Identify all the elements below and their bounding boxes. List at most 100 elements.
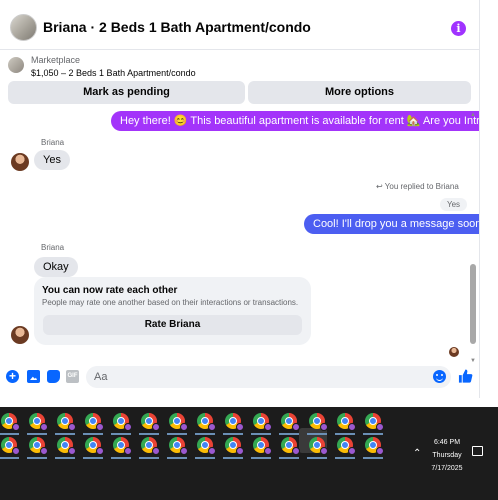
profile-badge-icon	[96, 447, 104, 455]
browser-app-icon[interactable]	[169, 413, 188, 431]
system-clock[interactable]: 6:46 PM Thursday 7/17/2025	[424, 436, 470, 475]
taskbar-running-indicator	[223, 433, 243, 435]
profile-badge-icon	[320, 423, 328, 431]
listing-avatar[interactable]	[10, 14, 37, 41]
taskbar-running-indicator	[83, 433, 103, 435]
profile-badge-icon	[348, 447, 356, 455]
taskbar-running-indicator	[223, 457, 243, 459]
browser-app-icon[interactable]	[309, 413, 328, 431]
contact-avatar[interactable]	[11, 153, 29, 171]
clock-time: 6:46 PM	[433, 439, 461, 446]
taskbar-running-indicator	[0, 457, 19, 459]
message-input[interactable]	[86, 366, 451, 388]
outgoing-message[interactable]: Cool! I'll drop you a message soon.	[304, 214, 479, 234]
browser-app-icon[interactable]	[281, 437, 300, 455]
browser-app-icon[interactable]	[57, 413, 76, 431]
taskbar-running-indicator	[27, 433, 47, 435]
taskbar-running-indicator	[195, 433, 215, 435]
profile-badge-icon	[96, 423, 104, 431]
taskbar-running-indicator	[139, 433, 159, 435]
thumbs-up-icon[interactable]	[458, 368, 473, 384]
profile-badge-icon	[376, 447, 384, 455]
photo-icon[interactable]	[27, 370, 40, 383]
listing-price[interactable]: $1,050 – 2 Beds 1 Bath Apartment/condo	[31, 68, 196, 78]
browser-app-icon[interactable]	[253, 437, 272, 455]
browser-app-icon[interactable]	[1, 437, 20, 455]
mark-pending-button[interactable]: Mark as pending	[8, 81, 245, 104]
info-icon[interactable]: i	[451, 21, 466, 36]
browser-app-icon[interactable]	[141, 413, 160, 431]
taskbar-running-indicator	[139, 457, 159, 459]
browser-app-icon[interactable]	[253, 413, 272, 431]
taskbar-running-indicator	[251, 433, 271, 435]
browser-app-icon[interactable]	[85, 413, 104, 431]
clock-date: 7/17/2025	[431, 465, 463, 472]
reply-arrow-icon: ↩	[376, 182, 383, 191]
rate-card-subtitle: People may rate one another based on the…	[42, 298, 299, 307]
profile-badge-icon	[376, 423, 384, 431]
outgoing-message[interactable]: Hey there! 😊 This beautiful apartment is…	[111, 111, 479, 131]
taskbar-running-indicator	[195, 457, 215, 459]
browser-app-icon[interactable]	[57, 437, 76, 455]
incoming-message[interactable]: Okay	[34, 257, 78, 277]
taskbar-running-indicator	[363, 457, 383, 459]
listing-thumbnail[interactable]	[8, 57, 24, 73]
browser-app-icon[interactable]	[113, 413, 132, 431]
rate-button[interactable]: Rate Briana	[43, 315, 302, 335]
browser-app-icon[interactable]	[225, 437, 244, 455]
rate-card-title: You can now rate each other	[42, 285, 178, 296]
browser-app-icon[interactable]	[29, 437, 48, 455]
gif-icon[interactable]: GIF	[66, 370, 79, 383]
profile-badge-icon	[124, 423, 132, 431]
quoted-message[interactable]: Yes	[440, 198, 468, 211]
taskbar-running-indicator	[0, 433, 19, 435]
taskbar-running-indicator	[363, 433, 383, 435]
browser-app-icon[interactable]	[197, 437, 216, 455]
listing-source: Marketplace	[31, 55, 81, 65]
contact-avatar[interactable]	[11, 326, 29, 344]
more-options-button[interactable]: More options	[248, 81, 471, 104]
profile-badge-icon	[180, 423, 188, 431]
replied-note-text: You replied to Briana	[384, 182, 459, 191]
sticker-icon[interactable]	[47, 370, 60, 383]
notification-icon[interactable]	[472, 446, 483, 456]
taskbar-running-indicator	[55, 433, 75, 435]
browser-app-icon[interactable]	[197, 413, 216, 431]
browser-app-icon[interactable]	[169, 437, 188, 455]
browser-app-icon[interactable]	[1, 413, 20, 431]
profile-badge-icon	[180, 447, 188, 455]
browser-app-icon[interactable]	[29, 413, 48, 431]
browser-app-icon[interactable]	[85, 437, 104, 455]
browser-app-icon[interactable]	[309, 437, 328, 455]
composer: + GIF	[0, 363, 479, 391]
taskbar-running-indicator	[335, 433, 355, 435]
clock-day: Thursday	[432, 452, 462, 459]
profile-badge-icon	[68, 447, 76, 455]
emoji-icon[interactable]	[433, 370, 446, 383]
profile-badge-icon	[208, 423, 216, 431]
incoming-message[interactable]: Yes	[34, 150, 70, 170]
browser-app-icon[interactable]	[365, 413, 384, 431]
chevron-up-icon[interactable]: ⌃	[413, 448, 421, 459]
taskbar-running-indicator	[111, 433, 131, 435]
browser-app-icon[interactable]	[337, 437, 356, 455]
browser-app-icon[interactable]	[113, 437, 132, 455]
profile-badge-icon	[40, 423, 48, 431]
browser-app-icon[interactable]	[141, 437, 160, 455]
taskbar-running-indicator	[83, 457, 103, 459]
taskbar-running-indicator	[307, 433, 327, 435]
browser-app-icon[interactable]	[225, 413, 244, 431]
profile-badge-icon	[348, 423, 356, 431]
browser-app-icon[interactable]	[337, 413, 356, 431]
scrollbar-thumb[interactable]	[470, 264, 476, 344]
plus-icon[interactable]: +	[6, 370, 19, 383]
profile-badge-icon	[12, 447, 20, 455]
profile-badge-icon	[236, 423, 244, 431]
chat-title[interactable]: Briana · 2 Beds 1 Bath Apartment/condo	[43, 19, 311, 35]
browser-app-icon[interactable]	[281, 413, 300, 431]
profile-badge-icon	[152, 423, 160, 431]
browser-app-icon[interactable]	[365, 437, 384, 455]
scroll-up-icon[interactable]: ▲	[470, 112, 476, 118]
profile-badge-icon	[264, 447, 272, 455]
scrollbar[interactable]: ▲ ▼	[468, 112, 478, 368]
